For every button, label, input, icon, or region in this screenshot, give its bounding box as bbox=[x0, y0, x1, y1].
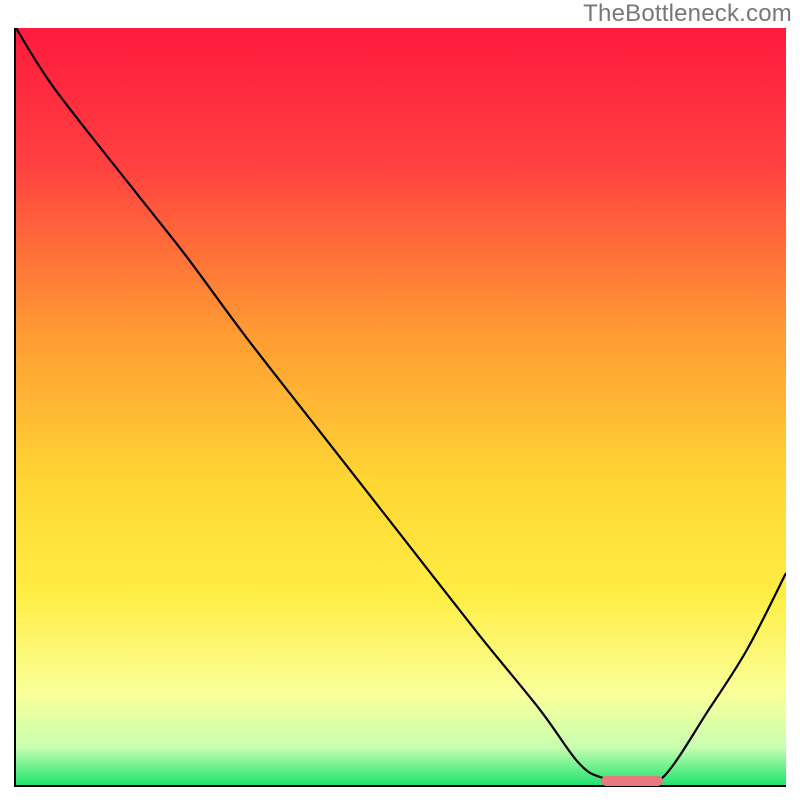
chart-canvas: TheBottleneck.com bbox=[0, 0, 800, 800]
optimal-range-marker bbox=[601, 776, 663, 786]
chart-axes-frame bbox=[14, 28, 786, 787]
watermark-text: TheBottleneck.com bbox=[583, 0, 792, 28]
